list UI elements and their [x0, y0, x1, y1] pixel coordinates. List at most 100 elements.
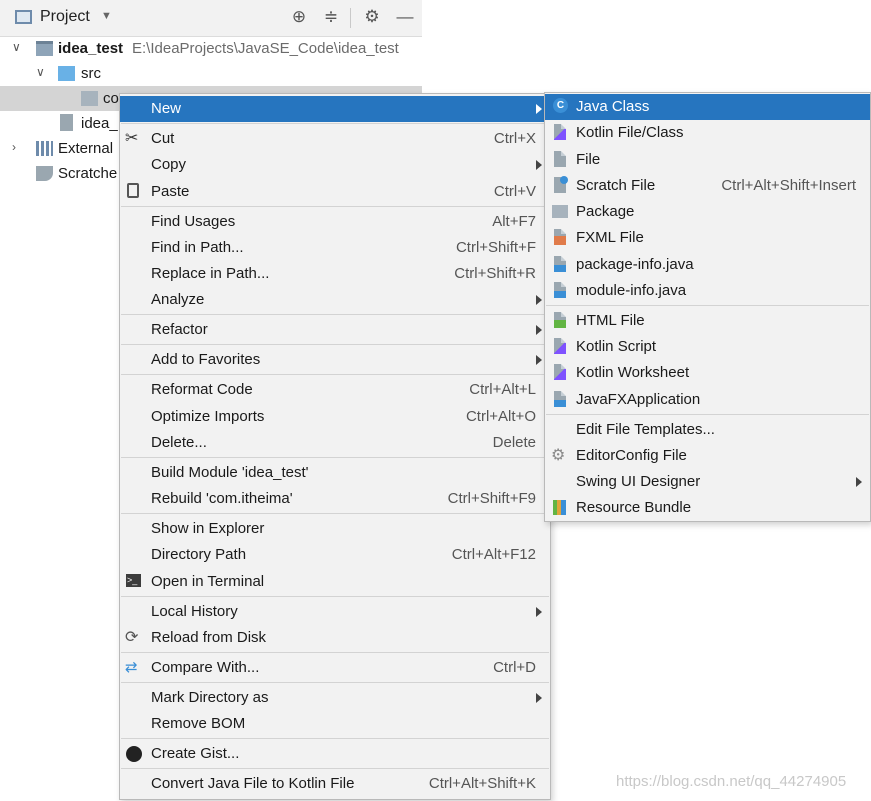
menu-separator [121, 206, 549, 207]
menu-item-label: Mark Directory as [151, 689, 269, 706]
menu-item-label: File [576, 151, 601, 168]
submenu-item-package-info[interactable]: package-info.java [545, 252, 870, 278]
submenu-arrow-icon [536, 355, 542, 365]
menu-item-reformat-code[interactable]: Reformat Code Ctrl+Alt+L [120, 377, 550, 403]
reload-icon: ⟳ [125, 629, 139, 646]
menu-separator [121, 768, 549, 769]
menu-separator [121, 596, 549, 597]
libraries-icon [36, 141, 53, 156]
submenu-item-kotlin-script[interactable]: Kotlin Script [545, 334, 870, 360]
tree-item-project[interactable]: ∨ idea_test E:\IdeaProjects\JavaSE_Code\… [0, 36, 422, 61]
menu-item-label: Delete... [151, 434, 207, 451]
menu-item-label: Show in Explorer [151, 520, 265, 537]
chevron-down-icon[interactable]: ▼ [101, 10, 112, 22]
minimize-icon[interactable]: — [395, 7, 415, 27]
menu-item-label: package-info.java [576, 256, 694, 273]
menu-item-cut[interactable]: ✂ Cut Ctrl+X [120, 126, 550, 152]
menu-item-refactor[interactable]: Refactor [120, 317, 550, 343]
menu-item-label: Copy [151, 156, 187, 173]
menu-item-create-gist[interactable]: Create Gist... [120, 741, 550, 767]
menu-item-rebuild[interactable]: Rebuild 'com.itheima' Ctrl+Shift+F9 [120, 486, 550, 512]
menu-item-paste[interactable]: Paste Ctrl+V [120, 179, 550, 205]
menu-item-add-to-favorites[interactable]: Add to Favorites [120, 347, 550, 373]
submenu-item-editorconfig[interactable]: ⚙ EditorConfig File [545, 443, 870, 469]
menu-item-compare-with[interactable]: ⇄ Compare With... Ctrl+D [120, 655, 550, 681]
submenu-item-kotlin-worksheet[interactable]: Kotlin Worksheet [545, 360, 870, 386]
menu-item-label: Kotlin Worksheet [576, 364, 690, 381]
menu-item-open-in-terminal[interactable]: >_ Open in Terminal [120, 569, 550, 595]
menu-separator [121, 457, 549, 458]
submenu-item-html-file[interactable]: HTML File [545, 308, 870, 334]
java-file-icon [554, 391, 566, 407]
submenu-item-resource-bundle[interactable]: Resource Bundle [545, 495, 870, 521]
menu-item-label: FXML File [576, 229, 644, 246]
locate-icon[interactable]: ⊕ [289, 7, 309, 27]
menu-item-label: Local History [151, 603, 238, 620]
menu-item-label: Find in Path... [151, 239, 244, 256]
menu-item-reload-from-disk[interactable]: ⟳ Reload from Disk [120, 625, 550, 651]
submenu-item-package[interactable]: Package [545, 199, 870, 225]
menu-item-label: Find Usages [151, 213, 236, 230]
menu-item-delete[interactable]: Delete... Delete [120, 430, 550, 456]
submenu-item-edit-file-templates[interactable]: Edit File Templates... [545, 417, 870, 443]
resource-bundle-icon [553, 500, 566, 515]
project-name: idea_test [58, 40, 124, 57]
menu-item-label: Package [576, 203, 635, 220]
menu-item-analyze[interactable]: Analyze [120, 287, 550, 313]
project-view-icon [15, 10, 32, 24]
submenu-item-scratch-file[interactable]: Scratch File Ctrl+Alt+Shift+Insert [545, 173, 870, 199]
module-folder-icon [36, 41, 53, 56]
menu-item-directory-path[interactable]: Directory Path Ctrl+Alt+F12 [120, 542, 550, 568]
fxml-file-icon [554, 229, 566, 245]
project-view-selector[interactable]: Project [40, 8, 90, 26]
menu-item-label: Replace in Path... [151, 265, 270, 282]
menu-item-optimize-imports[interactable]: Optimize Imports Ctrl+Alt+O [120, 404, 550, 430]
menu-item-shortcut: Ctrl+V [493, 183, 536, 200]
compare-icon: ⇄ [125, 659, 138, 676]
submenu-item-file[interactable]: File [545, 147, 870, 173]
submenu-item-javafx-application[interactable]: JavaFXApplication [545, 387, 870, 413]
menu-item-shortcut: Ctrl+X [493, 130, 536, 147]
menu-item-find-in-path[interactable]: Find in Path... Ctrl+Shift+F [120, 235, 550, 261]
menu-item-local-history[interactable]: Local History [120, 599, 550, 625]
submenu-arrow-icon [536, 104, 542, 114]
submenu-item-fxml-file[interactable]: FXML File [545, 225, 870, 251]
menu-item-label: Paste [151, 183, 190, 200]
gear-icon[interactable]: ⚙ [362, 7, 382, 27]
menu-item-build-module[interactable]: Build Module 'idea_test' [120, 460, 550, 486]
kotlin-file-icon [554, 364, 566, 380]
project-panel-header: Project ▼ ⊕ ≑ ⚙ — [0, 0, 422, 37]
menu-item-replace-in-path[interactable]: Replace in Path... Ctrl+Shift+R [120, 261, 550, 287]
chevron-right-icon[interactable]: › [12, 140, 16, 154]
menu-item-new[interactable]: New [120, 96, 550, 122]
submenu-item-module-info[interactable]: module-info.java [545, 278, 870, 304]
menu-item-label: Optimize Imports [151, 408, 265, 425]
github-icon [126, 746, 142, 762]
chevron-down-icon[interactable]: ∨ [12, 40, 21, 54]
menu-item-shortcut: Ctrl+Alt+F12 [451, 546, 536, 563]
collapse-all-icon[interactable]: ≑ [321, 7, 341, 27]
menu-item-show-in-explorer[interactable]: Show in Explorer [120, 516, 550, 542]
source-folder-icon [58, 66, 75, 81]
menu-separator [121, 314, 549, 315]
menu-separator [546, 305, 869, 306]
submenu-arrow-icon [536, 325, 542, 335]
submenu-item-swing-ui-designer[interactable]: Swing UI Designer [545, 469, 870, 495]
clock-icon [560, 176, 568, 184]
menu-item-find-usages[interactable]: Find Usages Alt+F7 [120, 209, 550, 235]
menu-separator [546, 414, 869, 415]
chevron-down-icon[interactable]: ∨ [36, 65, 45, 79]
menu-item-label: Open in Terminal [151, 573, 265, 590]
tree-item-src[interactable]: ∨ src [0, 61, 422, 86]
submenu-item-java-class[interactable]: C Java Class [545, 94, 870, 120]
terminal-icon: >_ [126, 574, 141, 587]
scratches-icon [36, 166, 53, 181]
new-submenu: C Java Class Kotlin File/Class File Scra… [544, 92, 871, 522]
menu-separator [121, 513, 549, 514]
menu-item-copy[interactable]: Copy [120, 152, 550, 178]
menu-item-mark-directory-as[interactable]: Mark Directory as [120, 685, 550, 711]
submenu-item-kotlin-file[interactable]: Kotlin File/Class [545, 120, 870, 146]
menu-item-remove-bom[interactable]: Remove BOM [120, 711, 550, 737]
tree-item-label: Scratche [58, 165, 118, 182]
menu-item-convert-java-to-kotlin[interactable]: Convert Java File to Kotlin File Ctrl+Alt… [120, 771, 550, 797]
